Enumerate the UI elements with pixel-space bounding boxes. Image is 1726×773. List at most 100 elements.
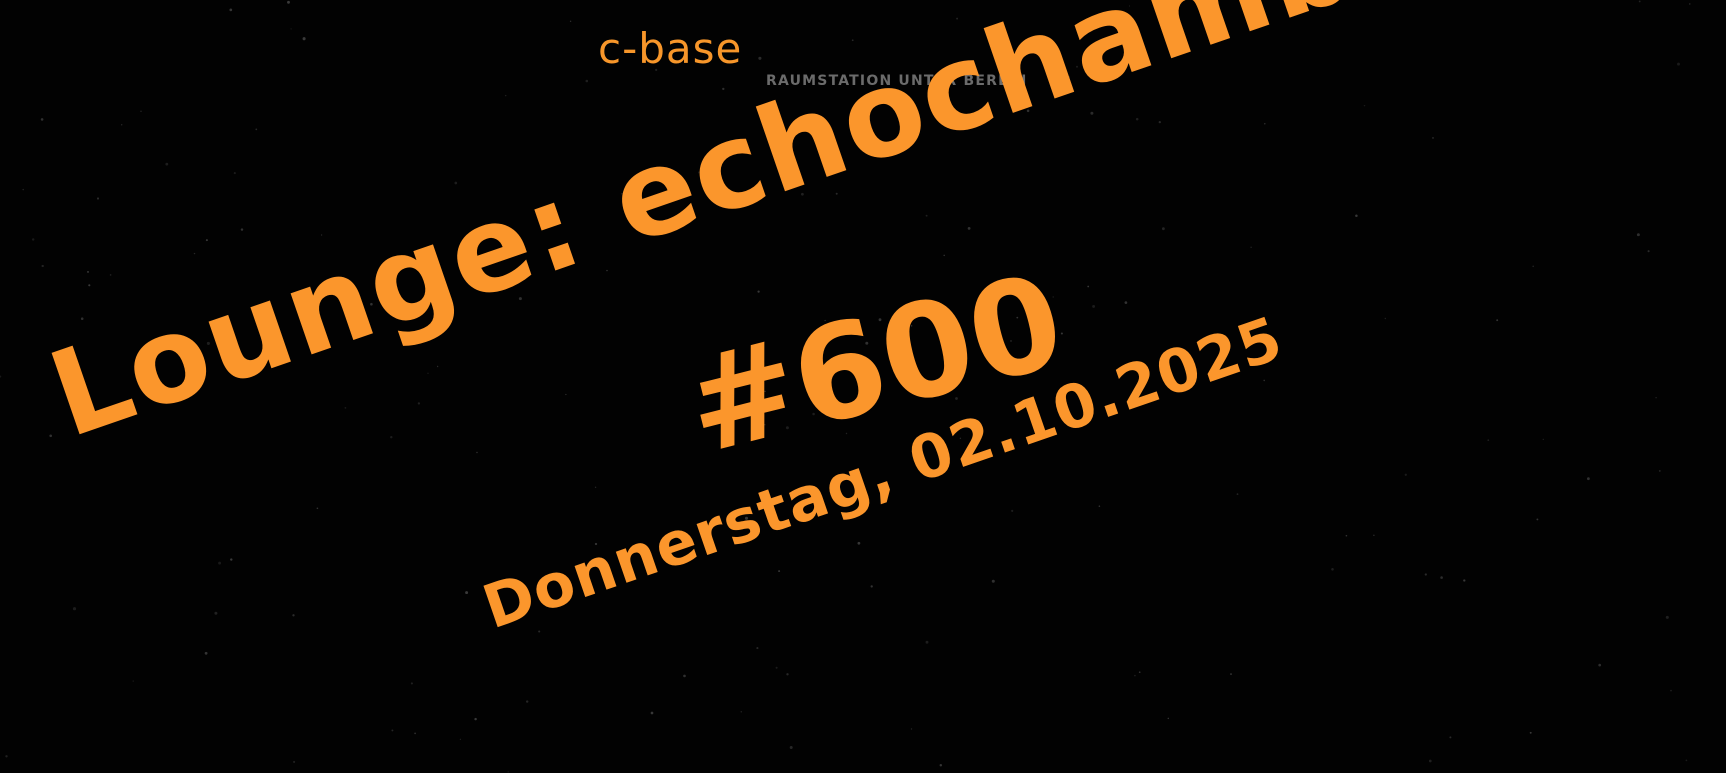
star-dot <box>538 630 541 633</box>
star-dot <box>925 214 928 217</box>
star-dot <box>1428 759 1432 763</box>
star-dot <box>778 570 781 573</box>
star-dot <box>205 239 208 242</box>
star-dot <box>316 507 319 510</box>
star-dot <box>1355 214 1358 217</box>
event-poster: c-base RAUMSTATION UNTER BERLIN Lounge: … <box>0 0 1726 773</box>
star-dot <box>140 110 142 112</box>
star-dot <box>1250 246 1252 248</box>
star-dot <box>40 118 44 121</box>
star-dot <box>1230 673 1232 676</box>
star-dot <box>96 197 100 200</box>
star-dot <box>504 94 507 97</box>
star-dot <box>789 746 793 749</box>
star-dot <box>1685 759 1688 762</box>
star-dot <box>287 0 290 4</box>
star-dot <box>454 181 458 185</box>
star-dot <box>1658 469 1661 472</box>
star-dot <box>88 284 91 287</box>
star-dot <box>293 760 296 763</box>
star-dot <box>1167 717 1170 720</box>
star-dot <box>775 666 778 669</box>
star-dot <box>233 172 236 175</box>
star-dot <box>240 228 244 231</box>
star-dot <box>910 728 913 730</box>
star-dot <box>1087 285 1090 288</box>
star-dot <box>967 226 971 230</box>
star-dot <box>786 673 789 676</box>
star-dot <box>390 435 393 439</box>
star-dot <box>1638 0 1641 3</box>
star-dot <box>87 270 89 273</box>
star-dot <box>1424 573 1427 576</box>
star-dot <box>1598 663 1602 667</box>
star-dot <box>121 124 123 126</box>
star-dot <box>1449 736 1452 739</box>
star-dot <box>1463 579 1466 582</box>
star-dot <box>1677 62 1680 66</box>
star-dot <box>756 647 759 650</box>
star-dot <box>214 611 218 615</box>
star-dot <box>683 674 686 678</box>
star-dot <box>585 79 589 83</box>
star-dot <box>1345 534 1348 537</box>
star-dot <box>344 406 347 409</box>
star-dot <box>1098 505 1101 507</box>
star-dot <box>459 738 462 740</box>
star-dot <box>0 375 2 378</box>
star-dot <box>1158 120 1161 124</box>
star-dot <box>1138 671 1141 674</box>
star-dot <box>414 732 416 735</box>
star-dot <box>417 402 421 405</box>
star-dot <box>255 128 258 131</box>
star-dot <box>939 763 943 767</box>
star-dot <box>943 254 945 257</box>
star-dot <box>1331 568 1334 571</box>
star-dot <box>436 365 439 368</box>
star-dot <box>476 451 478 454</box>
star-dot <box>569 20 572 22</box>
star-dot <box>474 717 477 721</box>
star-dot <box>1135 117 1139 121</box>
star-dot <box>870 585 873 588</box>
logo-mark: c-base <box>598 24 743 73</box>
star-dot <box>1011 509 1014 512</box>
star-dot <box>1373 534 1375 536</box>
star-dot <box>740 710 743 713</box>
star-dot <box>218 561 222 565</box>
star-dot <box>526 700 529 703</box>
star-dot <box>565 393 567 396</box>
star-dot <box>410 682 413 685</box>
star-dot <box>1162 227 1165 231</box>
star-dot <box>1647 250 1650 253</box>
star-dot <box>1440 576 1443 579</box>
star-dot <box>1092 304 1096 308</box>
star-dot <box>1432 136 1434 139</box>
star-dot <box>1670 689 1672 692</box>
star-dot <box>1363 104 1366 107</box>
star-dot <box>109 274 112 276</box>
star-dot <box>465 591 469 595</box>
star-dot <box>302 37 306 41</box>
star-dot <box>1665 615 1669 619</box>
star-dot <box>1532 265 1535 268</box>
star-dot <box>1384 317 1386 320</box>
star-dot <box>507 771 509 773</box>
star-dot <box>1689 3 1691 5</box>
star-dot <box>594 486 597 488</box>
star-dot <box>1236 493 1239 495</box>
star-dot <box>1134 674 1136 677</box>
star-dot <box>165 162 169 166</box>
star-dot <box>230 558 233 561</box>
star-dot <box>427 372 429 374</box>
star-dot <box>72 607 77 611</box>
star-dot <box>290 28 292 30</box>
star-dot <box>132 680 134 682</box>
star-dot <box>1636 233 1640 237</box>
star-dot <box>1536 518 1539 521</box>
star-dot <box>925 640 929 644</box>
star-dot <box>650 711 654 715</box>
star-dot <box>1542 438 1544 441</box>
star-dot <box>229 8 233 12</box>
star-dot <box>204 651 208 655</box>
